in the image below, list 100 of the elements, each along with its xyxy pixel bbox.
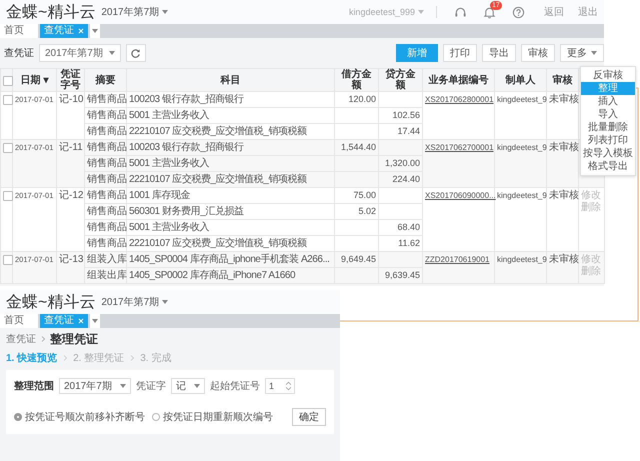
account-cell: 560301 财务费用_汇兑损益 (129, 206, 244, 217)
account-cell: 22210107 应交税费_应交增值税_销项税额 (129, 238, 307, 249)
voucher-word-select[interactable]: 记 (171, 378, 205, 394)
summary-cell: 销售商品 (87, 206, 127, 217)
summary-cell: 销售商品 (87, 142, 127, 153)
checkbox[interactable] (3, 76, 13, 86)
creator-cell: kingdeetest_9 (497, 191, 547, 200)
radio-label: 按凭证号顺次前移补齐断号 (25, 410, 145, 424)
credit-cell: 17.44 (397, 126, 420, 136)
credit-cell: 11.62 (398, 238, 420, 248)
tab-menu-button[interactable] (90, 314, 100, 328)
creator-cell: kingdeetest_9 (497, 143, 547, 152)
summary-cell: 销售商品 (87, 222, 127, 233)
status-cell: 未审核 (549, 94, 579, 105)
summary-cell: 组装出库 (87, 270, 127, 281)
menu-item[interactable]: 反审核 (581, 69, 635, 82)
help-icon[interactable] (512, 6, 525, 18)
status-cell: 未审核 (549, 254, 579, 265)
caret-icon (418, 10, 424, 14)
confirm-button[interactable]: 确定 (292, 408, 326, 426)
step-label: 2. 整理凭证 (73, 352, 124, 365)
menu-item[interactable]: 导入 (581, 108, 635, 121)
app-logo: 金蝶~精斗云 (6, 292, 96, 312)
account-cell: 1405_SP0004 库存商品_iphone手机套装 A266... (129, 254, 330, 265)
caret-icon (162, 300, 168, 304)
column-header: 借方金额 (334, 68, 378, 92)
account-cell: 22210107 应交税费_应交增值税_销项税额 (129, 174, 307, 185)
start-number-field[interactable]: 1 (265, 378, 295, 394)
summary-cell: 销售商品 (87, 174, 127, 185)
spinner-arrows-icon[interactable] (286, 380, 291, 392)
status-cell: 未审核 (549, 142, 579, 153)
refresh-button[interactable] (126, 44, 146, 62)
account-cell: 5001 主营业务收入 (129, 222, 210, 233)
tab[interactable]: 首页 (0, 24, 38, 38)
radio-button[interactable] (14, 413, 22, 421)
toolbar-button[interactable]: 审核 (521, 44, 555, 62)
checkbox[interactable] (3, 255, 13, 266)
toolbar-button[interactable]: 打印 (443, 44, 477, 62)
summary-cell: 销售商品 (87, 158, 127, 169)
menu-item[interactable]: 按导入模板格式导出 (581, 147, 635, 173)
close-icon[interactable] (78, 28, 84, 34)
checkbox[interactable] (3, 191, 13, 202)
checkbox[interactable] (3, 95, 13, 106)
radio-label: 按凭证日期重新顺次编号 (163, 410, 273, 424)
chevron-icon (63, 355, 68, 361)
credit-cell: 224.40 (392, 174, 420, 184)
bell-icon[interactable] (483, 6, 496, 18)
debit-cell: 5.02 (358, 206, 376, 216)
breadcrumb-link[interactable]: 查凭证 (6, 332, 36, 346)
debit-cell: 120.00 (348, 94, 376, 104)
range-select[interactable]: 2017年7期 (59, 378, 131, 394)
account-cell: 1001 库存现金 (129, 190, 190, 201)
document-link[interactable]: XS2017062700001 (425, 143, 494, 152)
document-link[interactable]: XS201706090000... (425, 191, 496, 200)
toolbar-button[interactable]: 更多 (560, 44, 604, 62)
start-number-label: 起始凭证号 (210, 380, 260, 393)
headset-icon[interactable] (454, 6, 467, 18)
caret-icon (92, 319, 98, 323)
tab-menu-button[interactable] (90, 24, 100, 38)
page-label: 查凭证 (4, 46, 34, 60)
debit-cell: 75.00 (353, 190, 376, 200)
account-cell: 1405_SP0002 库存商品_iPhone7 A1660 (129, 270, 296, 281)
summary-cell: 销售商品 (87, 94, 127, 105)
radio-button[interactable] (152, 413, 160, 421)
page-title: 整理凭证 (50, 330, 98, 348)
credit-cell: 102.56 (392, 110, 420, 120)
voucher-number-cell: 记-13 (59, 254, 84, 265)
menu-item[interactable]: 批量删除 (581, 121, 635, 134)
document-link[interactable]: XS2017062800001 (425, 95, 494, 104)
account-cell: 5001 主营业务收入 (129, 158, 210, 169)
period-dropdown[interactable]: 2017年第7期 (101, 5, 168, 19)
toolbar-button[interactable]: 导出 (482, 44, 516, 62)
refresh-icon (130, 48, 142, 58)
period-dropdown[interactable]: 2017年第7期 (101, 295, 168, 309)
summary-cell: 销售商品 (87, 110, 127, 121)
account-cell: 22210107 应交税费_应交增值税_销项税额 (129, 126, 307, 137)
range-label: 整理范围 (14, 380, 54, 393)
app-logo: 金蝶~精斗云 (6, 2, 96, 22)
creator-cell: kingdeetest_9 (497, 255, 547, 264)
credit-cell: 68.40 (397, 222, 420, 232)
debit-cell: 9,649.45 (340, 254, 376, 264)
account-cell: 5001 主营业务收入 (129, 110, 210, 121)
summary-cell: 组装入库 (87, 254, 127, 265)
summary-cell: 销售商品 (87, 126, 127, 137)
chevron-icon (41, 336, 45, 342)
column-header: 凭证字号 (56, 68, 84, 92)
column-header: 制单人 (494, 68, 546, 92)
menu-item[interactable]: 列表打印 (581, 134, 635, 147)
column-header: 业务单据编号 (422, 68, 494, 92)
status-cell: 未审核 (549, 190, 579, 201)
caret-icon (194, 384, 200, 388)
checkbox[interactable] (3, 143, 13, 154)
column-header: 科目 (126, 68, 334, 92)
period-select[interactable]: 2017年第7期 (39, 44, 121, 62)
column-header: 贷方金额 (378, 68, 422, 92)
close-icon[interactable] (78, 318, 84, 324)
menu-item[interactable]: 插入 (581, 95, 635, 108)
voucher-word-label: 凭证字 (136, 380, 166, 393)
account-cell: 100203 银行存款_招商银行 (129, 94, 244, 105)
tab[interactable]: 首页 (0, 314, 38, 328)
